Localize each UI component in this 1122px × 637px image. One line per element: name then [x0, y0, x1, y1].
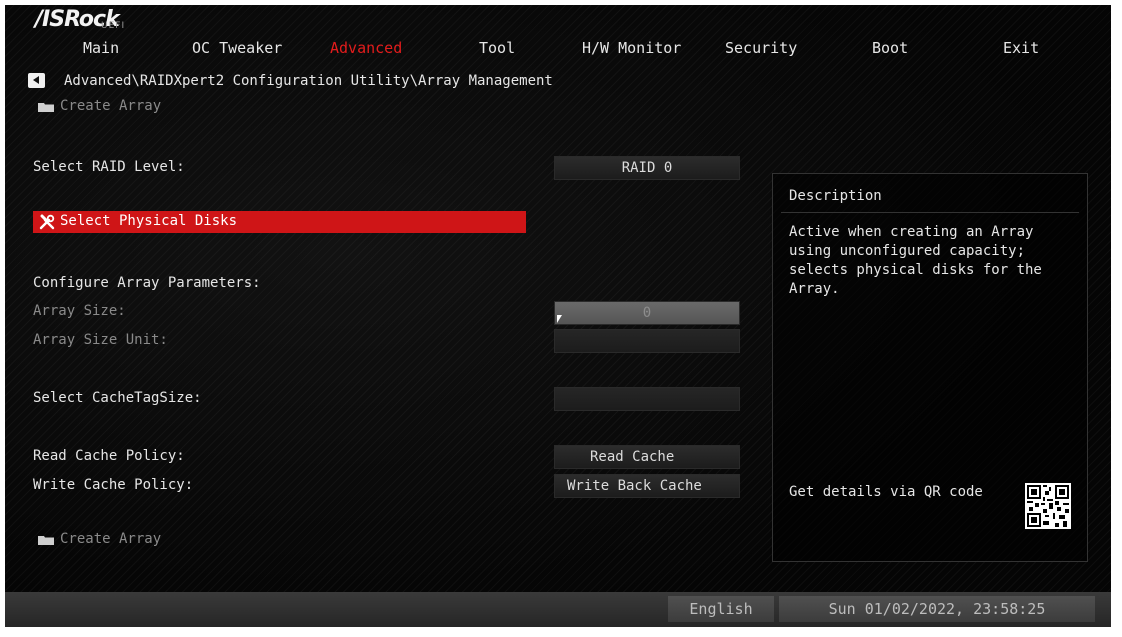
- raid-level-select[interactable]: RAID 0: [554, 156, 740, 180]
- description-title: Description: [789, 188, 882, 204]
- raid-level-label: Select RAID Level:: [33, 159, 185, 175]
- breadcrumb: Advanced\RAIDXpert2 Configuration Utilit…: [64, 73, 553, 89]
- select-physical-disks-row[interactable]: Select Physical Disks: [33, 211, 526, 233]
- write-cache-policy-value: Write Back Cache: [567, 478, 702, 494]
- qr-code-icon: [1025, 483, 1071, 529]
- mouse-cursor: [557, 315, 562, 323]
- tab-main[interactable]: Main: [83, 39, 119, 57]
- folder-icon: [38, 536, 54, 545]
- back-button[interactable]: [28, 73, 45, 88]
- bios-screen: /ISRock UEFI Main OC Tweaker Advanced To…: [5, 5, 1111, 627]
- tab-advanced[interactable]: Advanced: [330, 39, 402, 57]
- description-panel: Description Active when creating an Arra…: [772, 173, 1088, 562]
- read-cache-policy-label: Read Cache Policy:: [33, 448, 185, 464]
- array-size-unit-select[interactable]: [554, 329, 740, 353]
- select-physical-disks-label: Select Physical Disks: [60, 213, 238, 229]
- tab-security[interactable]: Security: [725, 39, 797, 57]
- folder-icon: [38, 103, 54, 112]
- tab-oc-tweaker[interactable]: OC Tweaker: [192, 39, 282, 57]
- language-selector[interactable]: English: [668, 596, 774, 622]
- create-array-top[interactable]: Create Array: [60, 98, 161, 114]
- create-array-bottom[interactable]: Create Array: [60, 531, 161, 547]
- array-size-label: Array Size:: [33, 303, 126, 319]
- tab-hw-monitor[interactable]: H/W Monitor: [582, 39, 681, 57]
- tab-tool[interactable]: Tool: [479, 39, 515, 57]
- qr-code-label: Get details via QR code: [789, 484, 983, 500]
- tab-exit[interactable]: Exit: [1003, 39, 1039, 57]
- array-size-field[interactable]: 0: [554, 301, 740, 325]
- date-time-display: Sun 01/02/2022, 23:58:25: [779, 596, 1095, 622]
- cache-tag-size-select[interactable]: [554, 387, 740, 411]
- description-text: Active when creating an Array using unco…: [789, 224, 1042, 297]
- read-cache-policy-value: Read Cache: [590, 449, 675, 465]
- configure-array-params-label: Configure Array Parameters:: [33, 275, 261, 291]
- read-cache-policy-select[interactable]: Read Cache: [554, 445, 740, 469]
- cache-tag-size-label: Select CacheTagSize:: [33, 390, 202, 406]
- description-divider: [781, 212, 1079, 213]
- write-cache-policy-label: Write Cache Policy:: [33, 477, 194, 493]
- array-size-unit-label: Array Size Unit:: [33, 332, 168, 348]
- tab-boot[interactable]: Boot: [872, 39, 908, 57]
- tools-icon: [39, 214, 55, 230]
- uefi-label: UEFI: [101, 21, 126, 31]
- write-cache-policy-select[interactable]: Write Back Cache: [554, 474, 740, 498]
